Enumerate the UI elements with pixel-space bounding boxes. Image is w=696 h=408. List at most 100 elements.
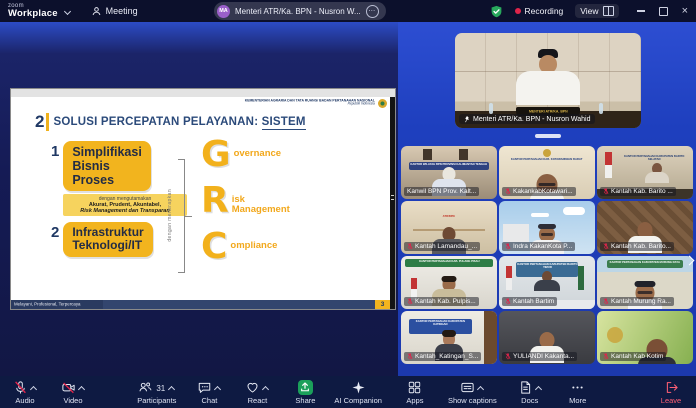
participant-name-label: Kanwil BPN Prov. Kalt... [404,187,479,196]
audio-label: Audio [15,396,34,405]
maximize-icon[interactable] [659,7,668,16]
office-sign: KANTOR PERTANAHAN KAB. PULANG PISAU [405,259,493,267]
participant-name-label: Kantah Kab Kotim [600,352,666,361]
participants-grid: KANTOR WILAYAH BPN PROVINSI KALIMANTAN T… [401,146,693,364]
meeting-tab-label: Meeting [106,6,138,16]
ai-companion-icon [351,380,366,395]
ai-companion-button[interactable]: AI Companion [334,380,382,405]
shared-screen-stage: 2025 RaKerja Paparan Menteri Bl... KEMEN… [0,22,398,376]
chevron-down-icon[interactable] [64,9,71,16]
captions-icon [460,380,475,395]
docs-button[interactable]: Docs [515,380,545,405]
participant-name: Kantah Kab. Barito... [611,243,671,250]
panel-drag-handle[interactable] [535,134,561,138]
participant-tile[interactable]: Kantah Kab Kotim [597,311,693,364]
participant-name: Kanwil BPN Prov. Kalt... [407,188,476,195]
participants-icon [138,380,153,395]
pinned-name-label: Menteri ATR/Ka. BPN - Nusron Wahid [459,114,595,124]
note-line2: Risk Management dan Transparan [67,208,183,214]
slide-title: 2 SOLUSI PERCEPATAN PELAYANAN: SISTEM [35,112,306,132]
share-screen-icon [298,380,313,395]
participant-tile[interactable]: KANTOR PERTANAHAN KABUPATEN MURUNG RAYAK… [597,256,693,309]
muted-mic-icon [505,298,511,305]
react-button[interactable]: React [242,380,272,405]
docs-icon [518,380,533,395]
leave-button[interactable]: Leave [656,380,686,405]
recording-indicator[interactable]: Recording [515,6,564,16]
muted-mic-icon [407,243,413,250]
water-bottle [599,103,603,114]
tab-meeting[interactable]: Meeting [91,6,138,17]
docs-chevron-icon[interactable] [535,385,542,392]
video-button[interactable]: Video [58,380,88,405]
participant-tile[interactable]: Indra KakanKota P... [499,201,595,254]
participants-label: Participants [137,396,176,405]
participant-tile[interactable]: KANTOR PERTANAHAN KABUPATEN BARITO SELAT… [597,146,693,199]
audio-button[interactable]: Audio [10,380,40,405]
scrollbar[interactable] [390,97,395,309]
participant-name: Kantah Lamandau_... [415,243,477,250]
next-page-chevron-icon[interactable] [685,254,695,268]
grc-word: isk Management [232,195,290,216]
view-layout-icon [603,6,614,16]
item2-box: Infrastruktur Teknologi/IT [63,222,152,257]
pinned-name: Menteri ATR/Ka. BPN - Nusron Wahid [473,116,590,123]
captions-chevron-icon[interactable] [477,385,484,392]
section-number: 2 [35,112,44,132]
apps-label: Apps [406,396,423,405]
participant-tile[interactable]: KANTOR PERTANAHAN KAB. PULANG PISAU Kanta… [401,256,497,309]
zoom-workplace-logo: zoom Workplace [8,3,58,19]
video-options-chevron-icon[interactable] [78,385,85,392]
participant-tile[interactable]: ATR/BPNKantah Lamandau_... [401,201,497,254]
camera-off-icon [61,380,76,395]
chat-icon [197,380,212,395]
react-chevron-icon[interactable] [262,385,269,392]
meeting-toolbar: Audio Video 31 Participants Chat [0,376,696,408]
more-ellipsis-icon [570,380,585,395]
ai-companion-label: AI Companion [334,396,382,405]
share-button[interactable]: Share [290,380,320,405]
muted-mic-icon [407,353,413,360]
participant-tile[interactable]: KANTOR PERTANAHAN KABUPATEN BARITO TIMUR… [499,256,595,309]
scene-decoration [607,327,623,343]
participant-name: Kantah Bartim [513,298,554,305]
participant-name: KakankabKotawari... [513,188,573,195]
video-panel: MENTERI ATR/KA. BPN Menteri ATR/Ka. BPN … [398,22,696,376]
titlebar: zoom Workplace Meeting MA Menteri ATR/Ka… [0,0,696,22]
participant-tile[interactable]: KANTOR PERTANAHAN KAB. KOTAWARINGIN BARA… [499,146,595,199]
more-label: More [569,396,586,405]
chat-button[interactable]: Chat [194,380,224,405]
slide-title-underlined: SISTEM [262,116,306,130]
meeting-title-pill[interactable]: MA Menteri ATR/Ka. BPN - Nusron W... [214,2,386,20]
close-icon[interactable]: × [682,6,688,17]
show-captions-button[interactable]: Show captions [448,380,497,405]
participants-button[interactable]: 31 Participants [137,380,176,405]
participants-chevron-icon[interactable] [168,385,175,392]
participant-name: Kantah Kab. Pulpis... [415,298,476,305]
office-sign: KANTOR PERTANAHAN KAB. KOTAWARINGIN BARA… [507,157,588,165]
audio-options-chevron-icon[interactable] [30,385,37,392]
pinned-speaker-video[interactable]: MENTERI ATR/KA. BPN Menteri ATR/Ka. BPN … [455,33,641,128]
chat-chevron-icon[interactable] [214,385,221,392]
security-shield-icon[interactable] [490,5,503,18]
leave-label: Leave [661,396,681,405]
participant-name-label: Kantah Bartim [502,297,557,306]
apps-button[interactable]: Apps [400,380,430,405]
grc-governance: G overnance [201,137,290,179]
item1-box: Simplifikasi Bisnis Proses [63,141,150,191]
minimize-icon[interactable] [637,10,645,11]
mic-off-icon [13,380,28,395]
view-button[interactable]: View [575,4,618,18]
participant-tile[interactable]: Kantah Kab. Barito... [597,201,693,254]
more-options-icon[interactable] [366,5,379,18]
meeting-title: Menteri ATR/Ka. BPN - Nusron W... [235,7,361,16]
participant-tile[interactable]: KANTOR WILAYAH BPN PROVINSI KALIMANTAN T… [401,146,497,199]
more-button[interactable]: More [563,380,593,405]
participant-tile[interactable]: YULIANDI Kakanta... [499,311,595,364]
participant-tile[interactable]: KANTOR PERTANAHAN KABUPATEN KATINGANKant… [401,311,497,364]
item1-number: 1 [51,143,59,160]
scene-decoration [423,149,432,160]
ministry-logo-icon [378,99,387,108]
grc-word: overnance [234,149,282,159]
slide-header: KEMENTERIAN AGRARIA DAN TATA RUANG/ BADA… [165,99,375,108]
